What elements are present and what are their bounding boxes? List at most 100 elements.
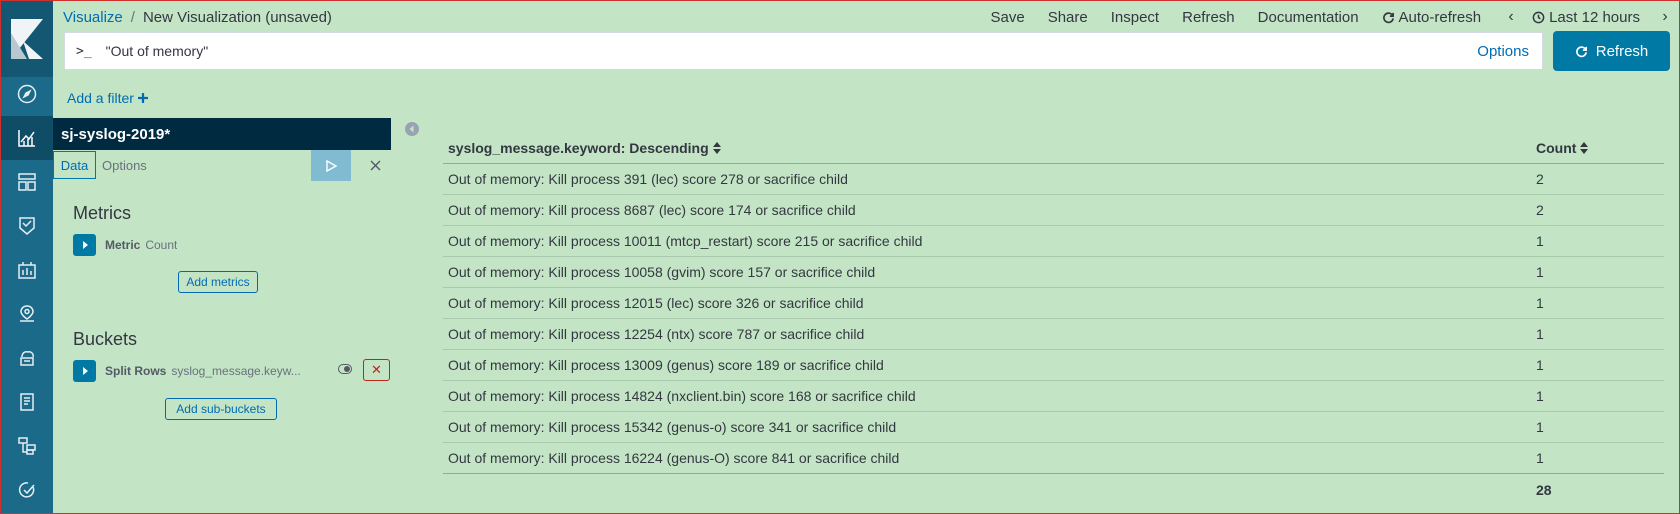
nav-visualize[interactable] — [0, 116, 53, 160]
chart-icon — [17, 130, 35, 147]
breadcrumb-separator: / — [130, 8, 135, 26]
infrastructure-icon — [19, 351, 34, 366]
plus-icon — [137, 93, 148, 103]
dashboard-icon — [17, 173, 36, 191]
add-filter-button[interactable]: Add a filter — [67, 90, 148, 106]
cell-count: 1 — [1536, 419, 1544, 435]
metric-agg-label: Metric — [105, 238, 141, 252]
time-next-button[interactable]: › — [1658, 8, 1672, 26]
cell-message[interactable]: Out of memory: Kill process 10011 (mtcp_… — [448, 233, 1536, 249]
metric-agg-row[interactable]: Metric Count — [73, 234, 383, 256]
add-filter-label: Add a filter — [67, 90, 134, 106]
column-header-message[interactable]: syslog_message.keyword: Descending — [448, 140, 1536, 156]
nav-dashboard[interactable] — [0, 160, 53, 204]
add-metrics-button[interactable]: Add metrics — [178, 271, 258, 293]
discard-changes-button[interactable] — [360, 150, 390, 181]
vis-editor-sidebar: sj-syslog-2019* Data Options Metrics Met… — [53, 118, 391, 514]
nav-infrastructure[interactable] — [0, 336, 53, 380]
bucket-agg-row[interactable]: Split Rows syslog_message.keyw... ✕ — [73, 359, 390, 382]
share-menu-item[interactable]: Share — [1048, 9, 1088, 26]
auto-refresh-label: Auto-refresh — [1398, 8, 1482, 26]
play-icon — [326, 159, 337, 172]
buckets-section-title: Buckets — [73, 329, 138, 349]
query-options-link[interactable]: Options — [1477, 43, 1529, 60]
expand-agg-button[interactable] — [73, 234, 96, 256]
table-row: Out of memory: Kill process 10058 (gvim)… — [443, 257, 1664, 288]
close-icon — [370, 160, 380, 171]
table-row: Out of memory: Kill process 13009 (genus… — [443, 350, 1664, 381]
shield-icon — [18, 217, 35, 235]
documentation-menu-item[interactable]: Documentation — [1258, 9, 1359, 26]
nav-logs[interactable] — [0, 380, 53, 424]
metric-agg-desc: Count — [145, 238, 178, 252]
cell-count: 1 — [1536, 326, 1544, 342]
remove-bucket-button[interactable]: ✕ — [363, 359, 390, 381]
refresh-button[interactable]: Refresh — [1553, 31, 1670, 71]
nav-apm[interactable] — [0, 424, 53, 468]
time-picker-button[interactable]: Last 12 hours — [1532, 9, 1640, 26]
breadcrumb-visualize-link[interactable]: Visualize — [63, 9, 123, 26]
cell-count: 1 — [1536, 233, 1544, 249]
canvas-icon — [17, 262, 36, 279]
chevron-left-icon: ‹ — [1508, 8, 1514, 25]
column-header-count-label: Count — [1536, 140, 1577, 156]
refresh-menu-item[interactable]: Refresh — [1182, 9, 1235, 26]
cell-message[interactable]: Out of memory: Kill process 12015 (lec) … — [448, 295, 1536, 311]
cell-message[interactable]: Out of memory: Kill process 10058 (gvim)… — [448, 264, 1536, 280]
add-sub-buckets-button[interactable]: Add sub-buckets — [165, 398, 277, 420]
cell-count: 1 — [1536, 357, 1544, 373]
inspect-menu-item[interactable]: Inspect — [1111, 9, 1159, 26]
refresh-icon — [1575, 45, 1587, 57]
query-bar[interactable]: >_ "Out of memory" Options — [64, 32, 1543, 70]
tab-data[interactable]: Data — [53, 151, 96, 179]
top-menu: Save Share Inspect Refresh Documentation… — [991, 0, 1680, 34]
top-bar: Visualize / New Visualization (unsaved) … — [53, 0, 1680, 34]
index-pattern-title: sj-syslog-2019* — [53, 118, 391, 150]
data-table: syslog_message.keyword: Descending Count… — [443, 133, 1664, 505]
table-total-row: 28 — [443, 474, 1664, 505]
breadcrumb-current: New Visualization (unsaved) — [142, 8, 332, 26]
cell-count: 2 — [1536, 202, 1544, 218]
tab-options[interactable]: Options — [102, 158, 147, 173]
apply-changes-button[interactable] — [311, 150, 351, 181]
total-count: 28 — [1536, 481, 1552, 498]
kibana-logo[interactable] — [0, 0, 53, 77]
collapse-sidebar-icon[interactable] — [405, 122, 419, 136]
cell-message[interactable]: Out of memory: Kill process 8687 (lec) s… — [448, 202, 1536, 218]
query-language-prompt[interactable]: >_ — [76, 44, 92, 59]
cell-count: 1 — [1536, 295, 1544, 311]
expand-bucket-button[interactable] — [73, 360, 96, 382]
caret-right-icon — [82, 367, 88, 375]
cell-message[interactable]: Out of memory: Kill process 13009 (genus… — [448, 357, 1536, 373]
editor-tabs: Data Options — [53, 150, 391, 182]
time-range-label: Last 12 hours — [1549, 8, 1640, 26]
nav-canvas[interactable] — [0, 248, 53, 292]
table-row: Out of memory: Kill process 10011 (mtcp_… — [443, 226, 1664, 257]
nav-uptime[interactable] — [0, 468, 53, 512]
save-menu-item[interactable]: Save — [991, 9, 1025, 26]
nav-discover[interactable] — [0, 72, 53, 116]
column-header-count[interactable]: Count — [1536, 140, 1589, 156]
search-input[interactable]: "Out of memory" — [106, 43, 1478, 59]
refresh-button-label: Refresh — [1595, 42, 1649, 60]
cell-message[interactable]: Out of memory: Kill process 14824 (nxcli… — [448, 388, 1536, 404]
auto-refresh-button[interactable]: Auto-refresh — [1382, 8, 1482, 26]
map-pin-icon — [19, 305, 34, 322]
cell-message[interactable]: Out of memory: Kill process 391 (lec) sc… — [448, 171, 1536, 187]
cell-message[interactable]: Out of memory: Kill process 12254 (ntx) … — [448, 326, 1536, 342]
nav-timelion[interactable] — [0, 204, 53, 248]
cell-message[interactable]: Out of memory: Kill process 16224 (genus… — [448, 450, 1536, 466]
bucket-agg-label: Split Rows — [105, 364, 167, 378]
bucket-agg-desc: syslog_message.keyw... — [171, 364, 301, 378]
toggle-icon[interactable] — [338, 364, 352, 374]
cell-count: 1 — [1536, 450, 1544, 466]
logs-icon — [19, 393, 34, 411]
nav-maps[interactable] — [0, 292, 53, 336]
cell-message[interactable]: Out of memory: Kill process 15342 (genus… — [448, 419, 1536, 435]
table-row: Out of memory: Kill process 12254 (ntx) … — [443, 319, 1664, 350]
time-previous-button[interactable]: ‹ — [1504, 8, 1518, 26]
left-nav — [0, 0, 53, 514]
cell-count: 1 — [1536, 264, 1544, 280]
compass-icon — [17, 84, 36, 104]
metrics-section-title: Metrics — [73, 203, 131, 223]
